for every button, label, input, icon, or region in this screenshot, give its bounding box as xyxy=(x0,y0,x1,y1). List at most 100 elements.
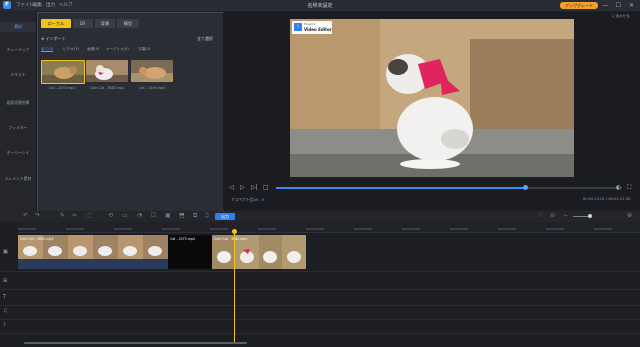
upgrade-button[interactable]: アップグレード xyxy=(560,2,598,9)
rotate-icon[interactable]: ⟲ xyxy=(108,212,113,219)
thumbnail-caption: Cat - 2075.mp4 xyxy=(49,86,75,90)
audio-icon[interactable]: ♫ xyxy=(204,212,209,219)
sidebar-item-transitions[interactable]: 画面切替効果 xyxy=(0,98,36,108)
thumbnail-caption: Cute Cat - 3682.mp4 xyxy=(89,86,125,90)
close-icon[interactable]: ✕ xyxy=(627,1,636,10)
overlay-track-icon: ⊞ xyxy=(3,278,8,284)
timecode: 00:00:14.01 / 00:01:12.33 xyxy=(583,197,631,201)
ruler-tick: 00:00:28:00 xyxy=(354,227,373,231)
tab-template[interactable]: 模型 xyxy=(117,19,139,28)
media-thumbnail[interactable] xyxy=(41,60,85,84)
ruler-tick: 00:00:08:00 xyxy=(114,227,133,231)
sidebar-item-filters[interactable]: フィルター xyxy=(0,123,36,133)
window-title: 名称未設定 xyxy=(307,3,333,9)
video-track-icon: ▣ xyxy=(3,249,8,255)
green-screen-icon[interactable]: ⬒ xyxy=(179,212,185,219)
delete-icon[interactable]: ⬚ xyxy=(86,212,92,219)
import-label: インポート xyxy=(45,36,66,41)
ruler-tick: 00:00:16:00 xyxy=(210,227,229,231)
sidebar-item-media[interactable]: 素材 xyxy=(0,22,36,32)
easeus-logo-icon: ⁞ xyxy=(294,23,302,31)
ruler-tick: 00:00:04:00 xyxy=(66,227,85,231)
tab-df[interactable]: DF xyxy=(73,19,93,28)
sidebar-item-elements[interactable]: エレメント素材 xyxy=(0,174,36,184)
subtab-video[interactable]: ビデオ(3) xyxy=(63,47,79,52)
music-track-icon: ♫ xyxy=(3,308,8,314)
media-thumbnail[interactable] xyxy=(86,60,128,82)
subtab-audio[interactable]: オーディオ(0) xyxy=(106,47,129,52)
cat-thumbnail-image xyxy=(86,60,128,82)
export-button[interactable]: 出力 xyxy=(215,213,235,220)
thumbnail-caption: Cat - 1449.mp4 xyxy=(139,86,165,90)
split-icon[interactable]: ✂ xyxy=(72,212,77,219)
subtab-all[interactable]: 全て(3) xyxy=(41,47,53,52)
ruler-tick: 00:00:00:00 xyxy=(18,227,37,231)
current-time: 00:00:14.01 xyxy=(583,197,605,201)
ruler-tick: 00:00:24:00 xyxy=(306,227,325,231)
fit-to-screen-button[interactable]: に合わせる xyxy=(612,14,630,19)
ruler-tick: 00:00:48:00 xyxy=(594,227,613,231)
sidebar-item-music[interactable]: ミュージック xyxy=(0,45,36,55)
cat-video-frame xyxy=(290,19,574,177)
ruler-tick: 00:00:32:00 xyxy=(402,227,421,231)
playback-scrubber[interactable] xyxy=(522,185,528,190)
zoom-out-icon[interactable]: − xyxy=(563,212,568,219)
edit-icon[interactable]: ✎ xyxy=(60,212,65,219)
sidebar-item-overlays[interactable]: オーバーレイ xyxy=(0,148,36,158)
playhead-line[interactable] xyxy=(234,232,235,344)
playback-progress-fill xyxy=(276,187,526,189)
select-all-button[interactable]: 全て選択 xyxy=(197,36,213,42)
track-divider xyxy=(0,289,640,290)
clip-label: Cute Cat - 3682.mp4 xyxy=(214,237,248,241)
text-track-icon: T xyxy=(3,294,7,300)
ruler-tick: 00:00:36:00 xyxy=(450,227,469,231)
snapshot-icon[interactable]: ◐ xyxy=(616,184,621,191)
undo-icon[interactable]: ↶ xyxy=(23,212,28,219)
previous-frame-icon[interactable]: ◁ xyxy=(229,184,234,191)
track-divider xyxy=(0,271,640,272)
tab-background[interactable]: 背景 xyxy=(95,19,115,28)
media-panel xyxy=(37,12,224,212)
zoom-slider-knob[interactable] xyxy=(588,214,592,218)
edit-toolbar xyxy=(0,211,640,222)
cat-thumbnail-image xyxy=(42,61,84,83)
fit-timeline-icon[interactable]: ⊖ xyxy=(550,212,555,219)
play-icon[interactable]: ▷ xyxy=(240,184,245,191)
crop-icon[interactable]: ▭ xyxy=(122,212,128,219)
speed-icon[interactable]: ◔ xyxy=(137,212,142,219)
ruler-tick: 00:00:40:00 xyxy=(498,227,517,231)
sidebar-item-text[interactable]: テキスト xyxy=(0,70,36,80)
watermark-brand: EaseUS xyxy=(304,22,316,26)
aspect-ratio-label: アスペクト比 xyxy=(231,197,254,202)
fullscreen-icon[interactable]: ⛶ xyxy=(627,184,631,192)
minimize-icon[interactable]: — xyxy=(601,1,610,10)
total-time: 00:01:12.33 xyxy=(608,197,631,201)
next-frame-icon[interactable]: ▷| xyxy=(251,184,258,191)
subtab-subtitle[interactable]: 字幕(0) xyxy=(138,47,150,52)
duplicate-icon[interactable]: ⧉ xyxy=(193,212,197,220)
maximize-icon[interactable]: ☐ xyxy=(614,1,623,10)
track-divider xyxy=(0,333,640,334)
audio-track-icon: ♪ xyxy=(3,322,7,328)
import-button[interactable]: ⊕ インポート xyxy=(41,36,66,42)
track-divider xyxy=(0,305,640,306)
media-thumbnail[interactable] xyxy=(131,60,173,82)
ruler-tick: 00:00:44:00 xyxy=(546,227,565,231)
tab-local[interactable]: ローカル xyxy=(41,19,71,28)
clip-label: Cute Cat - 3682.mp4 xyxy=(20,237,54,241)
mosaic-icon[interactable]: ☐ xyxy=(151,212,156,219)
video-preview[interactable] xyxy=(290,19,574,177)
clip-label: Cat - 2075.mp4 xyxy=(170,237,195,241)
zoom-in-icon[interactable]: ⊕ xyxy=(627,212,632,219)
freeze-icon[interactable]: ▣ xyxy=(165,212,171,219)
ruler-tick: 00:00:12:00 xyxy=(162,227,181,231)
redo-icon[interactable]: ↷ xyxy=(35,212,40,219)
stop-icon[interactable]: □ xyxy=(263,184,269,191)
subtab-image[interactable]: 画像(0) xyxy=(87,47,99,52)
aspect-ratio-select[interactable]: 16 : 9 xyxy=(253,197,264,202)
track-divider xyxy=(0,319,640,320)
marker-icon[interactable]: ♡ xyxy=(538,212,543,219)
cat-thumbnail-image xyxy=(131,60,173,82)
timeline-scrollbar[interactable] xyxy=(24,342,247,344)
watermark-product: Video Editor xyxy=(304,27,332,32)
